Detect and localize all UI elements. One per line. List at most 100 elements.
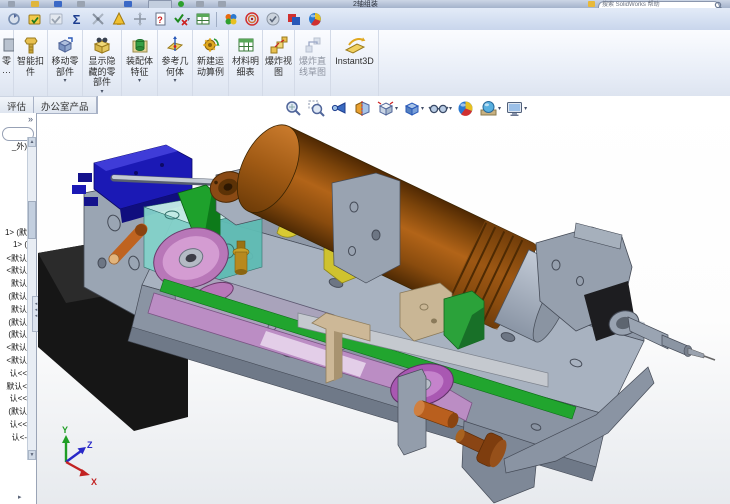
triad-y-label: Y [62,425,68,435]
save-icon[interactable] [54,1,62,7]
reload-button[interactable] [3,9,24,29]
squares-icon [287,14,300,25]
diagnostics-doc-icon: ? [155,12,165,26]
insert-component-button[interactable]: 零 ··· [0,30,14,96]
tree-root-item[interactable]: _外) [0,141,27,152]
tab-evaluate[interactable]: 评估 [0,96,35,113]
photoview-icon [225,14,236,25]
tree-item[interactable]: 认<< [0,419,27,432]
align-button[interactable] [129,9,150,29]
window-icon[interactable] [196,1,204,7]
tree-horizontal-scroll-button[interactable]: ▸ [18,493,22,501]
tree-item[interactable]: 默认 [0,304,27,317]
exploded-view-icon [270,36,287,53]
design-table-icon [196,13,209,25]
tree-item[interactable]: (默认 [0,317,27,330]
tree-item[interactable]: <默认 [0,265,27,278]
dropdown-icon[interactable]: ▾ [100,89,103,95]
part-green-block[interactable] [443,290,485,350]
publish-button[interactable] [304,9,325,29]
tree-item[interactable]: 默认 [0,278,27,291]
new-motion-study-button[interactable]: 新建运 动算例 [193,30,229,96]
assembly-toolbar: Σ ? ▾ [0,8,730,31]
origin-triad: Y Z X [62,425,97,487]
smart-fasteners-button[interactable]: 智能扣 件 [14,30,48,96]
dropdown-icon: ▾ [395,105,399,112]
dropdown-icon: ▾ [449,105,453,112]
move-axes-icon [133,12,146,26]
tree-item[interactable]: <默认 [0,355,27,368]
tab-office-products[interactable]: 办公室产品 [34,96,97,113]
viewport-3d[interactable]: Y Z X [36,115,730,504]
svg-text:?: ? [157,15,163,25]
triad-z-label: Z [87,440,93,450]
scroll-thumb[interactable] [28,201,36,239]
show-hidden-components-button[interactable]: 显示隐 藏的零 部件 ▾ [83,30,122,96]
exploded-view-button[interactable]: 爆炸视 图 [263,30,295,96]
show-hidden-icon [93,37,111,54]
explode-line-sketch-icon [305,37,320,52]
interference-detection-button[interactable] [108,9,129,29]
equations-icon: Σ [72,11,81,27]
undo-icon[interactable] [124,1,132,7]
dropdown-icon[interactable]: ▾ [138,78,141,84]
tree-item[interactable]: 认<< [0,393,27,406]
reload-icon [7,13,20,25]
motion-manager-button[interactable] [241,9,262,29]
tree-item[interactable]: 默认< [0,381,27,394]
reference-geometry-icon [166,35,184,51]
reference-geometry-button[interactable]: 参考几 何体 ▾ [158,30,193,96]
bill-of-materials-button[interactable]: 材料明 细表 [229,30,263,96]
photoview-button[interactable] [220,9,241,29]
circle-check-icon [266,12,279,26]
motion-rings-icon [244,12,259,26]
panel-expand-button[interactable]: » [28,115,33,124]
color-sphere-icon [308,13,321,26]
toolbar-separator [216,11,217,27]
tree-item[interactable]: (默认 [0,291,27,304]
assembly-features-button[interactable]: 装配体 特征 ▾ [122,30,158,96]
scroll-up-button[interactable]: ▲ [28,137,36,147]
tree-item[interactable]: (默认 [0,329,27,342]
triad-x-label: X [91,477,97,487]
tree-item[interactable]: 认<- [0,432,27,445]
dropdown-icon: ▾ [498,105,502,112]
external-references-button[interactable] [87,9,108,29]
feature-tree: 1> (默 1> ( <默认 <默认 默认 (默认 默认 (默认 (默认 <默认… [0,227,27,445]
edit-component-icon [28,14,40,25]
insert-component-icon [3,38,14,51]
verification-button[interactable]: ▾ [171,9,192,29]
open-icon[interactable] [31,1,39,7]
tree-item[interactable]: 认<< [0,368,27,381]
explode-line-sketch-button[interactable]: 爆炸直 线草图 [295,30,331,96]
move-component-icon [57,36,73,53]
print-icon[interactable] [77,1,85,7]
help-icon[interactable] [218,1,226,7]
help-bulb-icon [588,1,595,7]
part-mid-bracket[interactable] [331,172,401,284]
dropdown-icon[interactable]: ▾ [173,78,176,84]
command-manager: 零 ··· 智能扣 件 移动零 部件 ▾ 显示隐 藏的零 部件 ▾ 装配体 特征… [0,30,730,97]
tree-item[interactable]: 1> (默 [0,227,27,240]
design-table-button[interactable] [192,9,213,29]
dropdown-icon[interactable]: ▾ [63,78,66,84]
move-component-button[interactable]: 移动零 部件 ▾ [48,30,83,96]
command-tabs: 评估 办公室产品 [0,96,98,114]
dropdown-icon: ▾ [186,16,190,23]
equations-button[interactable]: Σ [66,9,87,29]
compare-documents-button[interactable] [283,9,304,29]
tree-item[interactable]: <默认 [0,253,27,266]
import-diagnostics-button[interactable]: ? [150,9,171,29]
check-muted-icon [49,13,62,25]
instant3d-icon [344,36,365,54]
scroll-down-button[interactable]: ▼ [28,450,36,460]
instant3d-button[interactable]: Instant3D [331,30,379,96]
edrawings-button[interactable] [262,9,283,29]
dropdown-icon: ▾ [421,105,425,112]
tree-item[interactable]: 1> ( [0,240,27,253]
check-muted-button[interactable] [45,9,66,29]
tree-item[interactable]: (默认 [0,406,27,419]
edit-component-button[interactable] [24,9,45,29]
menu-icon[interactable] [8,1,15,7]
tree-item[interactable]: <默认 [0,342,27,355]
